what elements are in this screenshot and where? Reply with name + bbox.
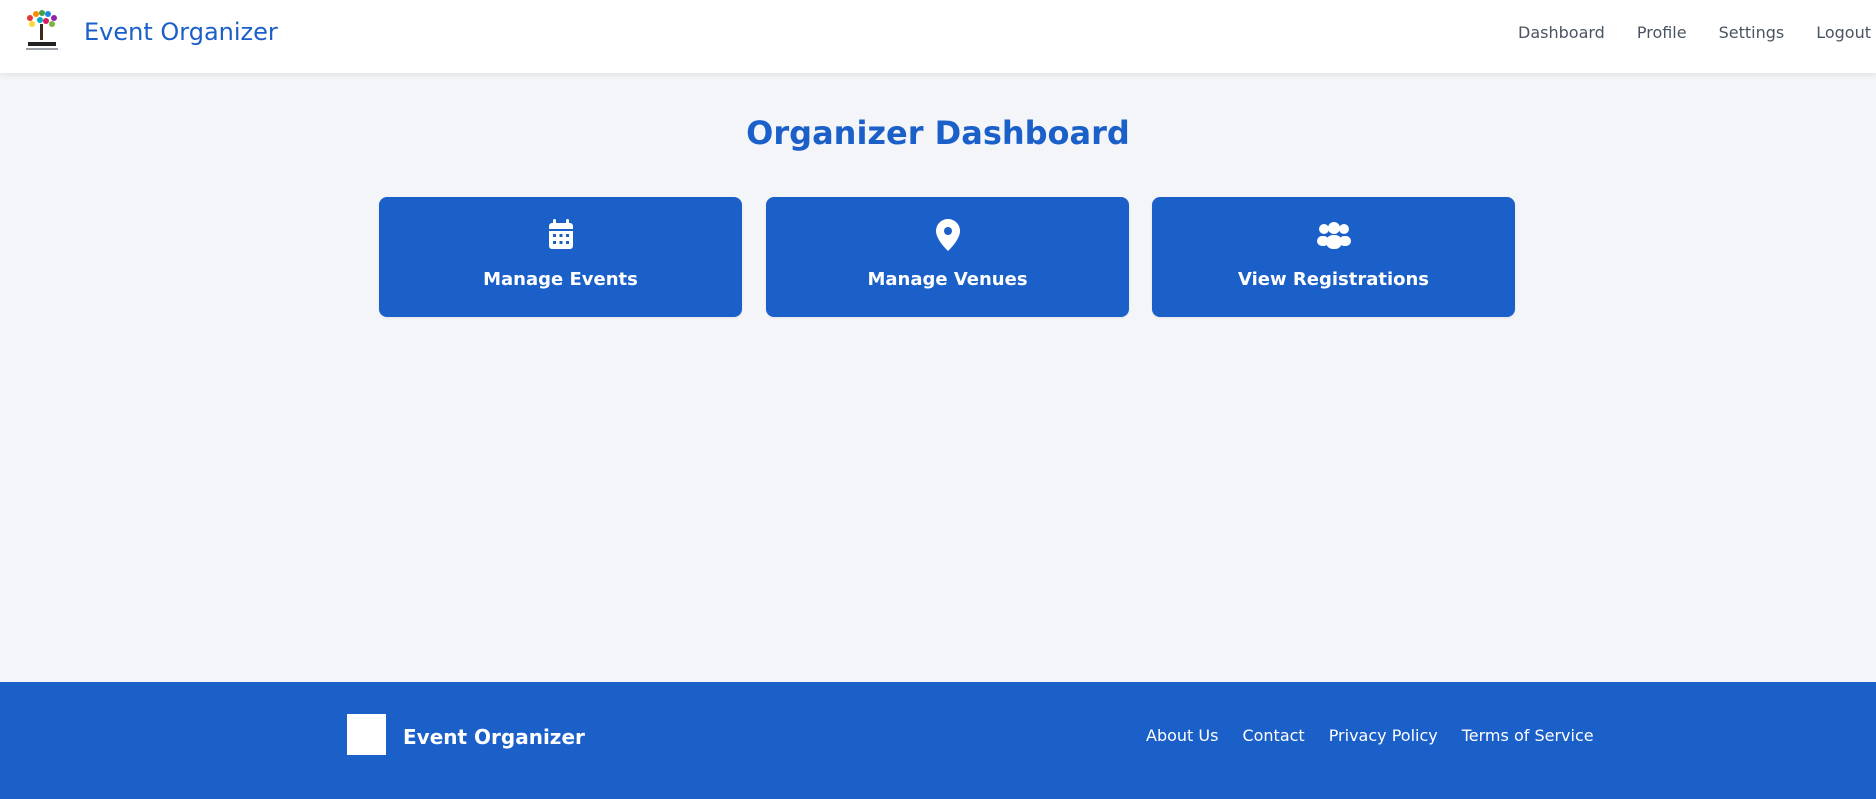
page-title: Organizer Dashboard: [746, 114, 1130, 152]
users-icon: [1152, 219, 1515, 251]
manage-venues-card[interactable]: Manage Venues: [766, 197, 1129, 317]
nav-settings[interactable]: Settings: [1719, 23, 1785, 42]
app-logo[interactable]: [20, 8, 64, 56]
footer-about-link[interactable]: About Us: [1146, 726, 1218, 745]
footer-privacy-link[interactable]: Privacy Policy: [1329, 726, 1438, 745]
manage-venues-label: Manage Venues: [867, 269, 1028, 290]
map-pin-icon: [766, 219, 1129, 251]
footer-title: Event Organizer: [403, 725, 585, 749]
nav-profile[interactable]: Profile: [1637, 23, 1687, 42]
footer-contact-link[interactable]: Contact: [1242, 726, 1304, 745]
top-nav: Dashboard Profile Settings Logout: [1518, 23, 1871, 42]
nav-logout[interactable]: Logout: [1816, 23, 1871, 42]
top-navbar: Event Organizer Dashboard Profile Settin…: [0, 0, 1876, 73]
footer: Event Organizer About Us Contact Privacy…: [0, 682, 1876, 799]
footer-terms-link[interactable]: Terms of Service: [1462, 726, 1594, 745]
nav-dashboard[interactable]: Dashboard: [1518, 23, 1605, 42]
footer-links: About Us Contact Privacy Policy Terms of…: [1146, 726, 1594, 745]
calendar-icon: [379, 219, 742, 251]
view-registrations-card[interactable]: View Registrations: [1152, 197, 1515, 317]
manage-events-label: Manage Events: [483, 269, 638, 290]
view-registrations-label: View Registrations: [1237, 269, 1430, 290]
footer-logo: [347, 714, 386, 755]
app-title[interactable]: Event Organizer: [84, 18, 278, 46]
manage-events-card[interactable]: Manage Events: [379, 197, 742, 317]
